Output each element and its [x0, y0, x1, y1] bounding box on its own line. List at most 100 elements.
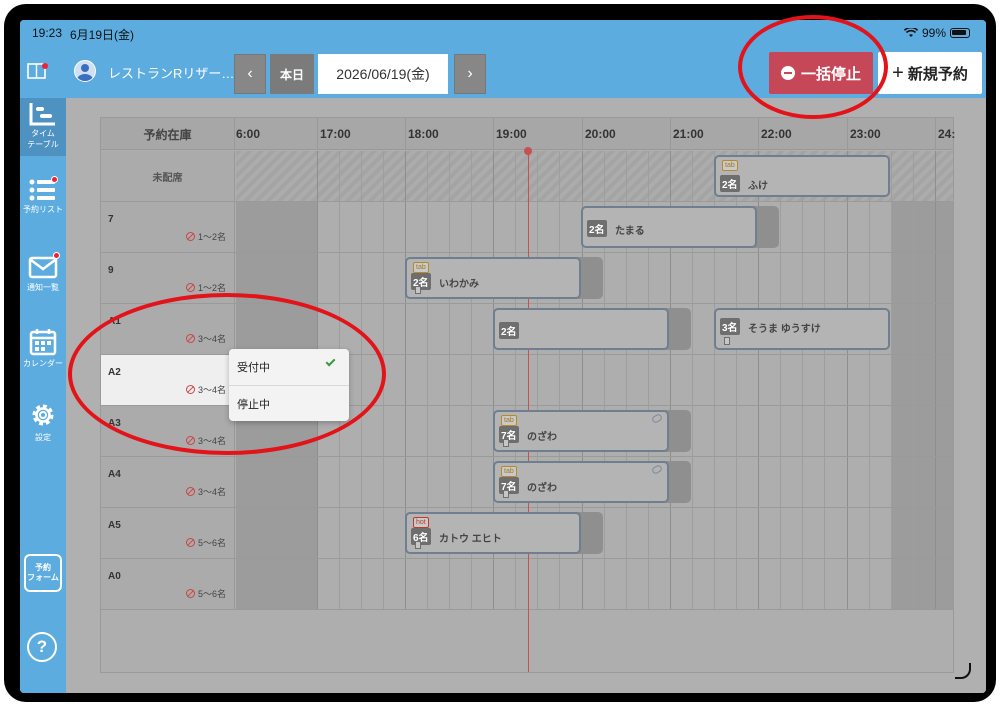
reservation-block[interactable]: tab 7名 のざわ — [493, 461, 669, 503]
table-status-dropdown: 受付中 停止中 — [229, 349, 349, 421]
sidebar-item-settings[interactable]: 設定 — [20, 400, 66, 446]
table-label[interactable]: 9 1〜2名 — [101, 253, 235, 303]
sidebar-item-calendar[interactable]: カレンダー — [20, 328, 66, 374]
status-stopped-option[interactable]: 停止中 — [229, 385, 349, 421]
sidebar-label: 設定 — [35, 433, 51, 442]
sidebar-item-timetable[interactable]: タイム テーブル — [20, 98, 66, 156]
avatar[interactable] — [74, 60, 96, 82]
table-capacity: 1〜2名 — [197, 283, 226, 293]
no-smoking-icon — [185, 232, 195, 241]
prev-day-button[interactable]: ‹ — [234, 54, 266, 94]
tab-tag: tab — [413, 262, 429, 273]
table-capacity: 3〜4名 — [197, 385, 226, 395]
status-date: 6月19日(金) — [70, 28, 135, 42]
new-reservation-button[interactable]: + 新規予約 — [878, 52, 982, 94]
sidebar-label: 通知一覧 — [27, 283, 59, 292]
party-size: 2名 — [587, 220, 607, 237]
restaurant-name[interactable]: レストランRリザー… — [108, 63, 234, 82]
sidebar: タイム テーブル 予約リスト 通知一覧 カレンダー 設定 予約 フォーム ? — [20, 98, 66, 693]
device-frame: 19:23 6月19日(金) 99% レストランRリザー… ‹ 本日 2026/… — [4, 4, 996, 702]
party-size: 2名 — [720, 175, 740, 192]
party-size: 3名 — [720, 318, 740, 335]
battery-percent: 99% — [921, 26, 946, 40]
notification-badge — [53, 252, 60, 259]
reservation-form-button[interactable]: 予約 フォーム — [24, 554, 62, 592]
sidebar-label: 予約リスト — [23, 205, 63, 214]
today-button[interactable]: 本日 — [270, 54, 314, 94]
inventory-header: 予約在庫 — [101, 118, 235, 150]
reservation-block[interactable]: 2名 たまる — [581, 206, 757, 248]
timetable-icon — [29, 103, 55, 126]
battery-icon — [950, 28, 970, 38]
notification-badge — [51, 176, 58, 183]
timetable-area: 予約在庫 6:00 17:00 18:00 19:00 20:00 21:00 … — [66, 98, 986, 693]
table-label-selected[interactable]: A2 3〜4名 — [101, 355, 235, 405]
table-name: A4 — [108, 469, 121, 480]
no-smoking-icon — [185, 283, 195, 292]
date-selector[interactable]: 2026/06/19(金) — [318, 54, 448, 94]
hour-label: 18:00 — [408, 127, 439, 141]
hour-label: 17:00 — [320, 127, 351, 141]
link-icon — [650, 412, 664, 425]
guest-name: カトウ エヒト — [439, 534, 502, 545]
memo-icon — [503, 490, 509, 498]
table-capacity: 3〜4名 — [197, 487, 226, 497]
timetable-header: 予約在庫 6:00 17:00 18:00 19:00 20:00 21:00 … — [101, 118, 956, 150]
help-button[interactable]: ? — [27, 632, 57, 662]
table-label[interactable]: A5 5〜6名 — [101, 508, 235, 558]
reservation-block[interactable]: tab 7名 のざわ — [493, 410, 669, 452]
reservation-block[interactable]: 2名 — [493, 308, 669, 350]
guest-name: のざわ — [527, 432, 557, 443]
table-label[interactable]: A3 3〜4名 — [101, 406, 235, 456]
tab-tag: tab — [501, 415, 517, 426]
status-right: 99% — [903, 26, 970, 40]
hour-label: 6:00 — [236, 127, 261, 141]
reservation-block[interactable]: hot 6名 カトウ エヒト — [405, 512, 581, 554]
no-smoking-icon — [185, 487, 195, 496]
no-smoking-icon — [185, 538, 195, 547]
table-label[interactable]: 7 1〜2名 — [101, 202, 235, 252]
wifi-icon — [903, 28, 918, 37]
no-smoking-icon — [185, 589, 195, 598]
status-accepting-option[interactable]: 受付中 — [229, 349, 349, 385]
gear-icon — [32, 404, 54, 426]
current-time-marker — [524, 147, 532, 155]
sidebar-label: カレンダー — [23, 359, 63, 368]
table-label[interactable]: A4 3〜4名 — [101, 457, 235, 507]
table-capacity: 5〜6名 — [197, 589, 226, 599]
table-name: 9 — [108, 265, 114, 276]
minus-circle-icon — [780, 66, 795, 80]
table-name: A3 — [108, 418, 121, 429]
memo-icon — [503, 439, 509, 447]
next-day-button[interactable]: › — [454, 54, 486, 94]
hour-label: 24: — [938, 127, 956, 141]
link-icon — [650, 463, 664, 476]
sidebar-item-notifications[interactable]: 通知一覧 — [20, 252, 66, 302]
reservation-block[interactable]: 3名 そうま ゆうすけ — [714, 308, 890, 350]
party-size: 2名 — [499, 322, 519, 339]
table-capacity: 1〜2名 — [197, 232, 226, 242]
reservation-block[interactable]: tab 2名 いわかみ — [405, 257, 581, 299]
table-name: A1 — [108, 316, 121, 327]
time-lane[interactable] — [236, 559, 953, 609]
no-smoking-icon — [185, 385, 195, 394]
table-capacity: 5〜6名 — [197, 538, 226, 548]
table-label[interactable]: A1 3〜4名 — [101, 304, 235, 354]
stop-all-button[interactable]: 一括停止 — [769, 52, 873, 94]
tab-tag: tab — [722, 160, 738, 171]
book-icon[interactable] — [27, 63, 49, 79]
unassigned-label: 未配席 — [101, 151, 235, 201]
hour-label: 20:00 — [585, 127, 616, 141]
table-name: A2 — [108, 367, 121, 378]
table-label[interactable]: A0 5〜6名 — [101, 559, 235, 609]
reservation-block[interactable]: tab 2名 ふけ — [714, 155, 890, 197]
sidebar-item-reservation-list[interactable]: 予約リスト — [20, 176, 66, 224]
plus-icon: + — [892, 61, 904, 84]
tab-tag: tab — [501, 466, 517, 477]
hot-tag: hot — [413, 517, 429, 528]
table-row: 7 1〜2名 — [101, 202, 953, 253]
new-reservation-label: 新規予約 — [907, 65, 968, 83]
memo-icon — [724, 337, 730, 345]
table-capacity: 3〜4名 — [197, 334, 226, 344]
no-smoking-icon — [185, 334, 195, 343]
